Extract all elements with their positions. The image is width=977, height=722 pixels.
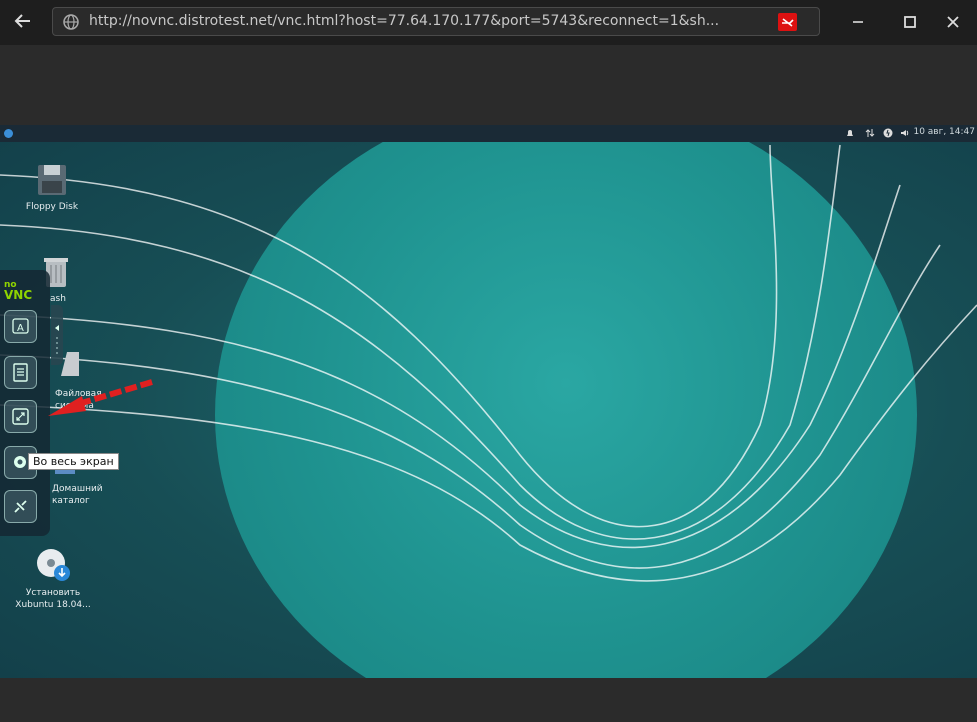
fullscreen-tooltip: Во весь экран bbox=[28, 453, 119, 470]
red-annotation-arrow bbox=[48, 379, 153, 416]
viewer-padding-bottom bbox=[0, 678, 977, 722]
